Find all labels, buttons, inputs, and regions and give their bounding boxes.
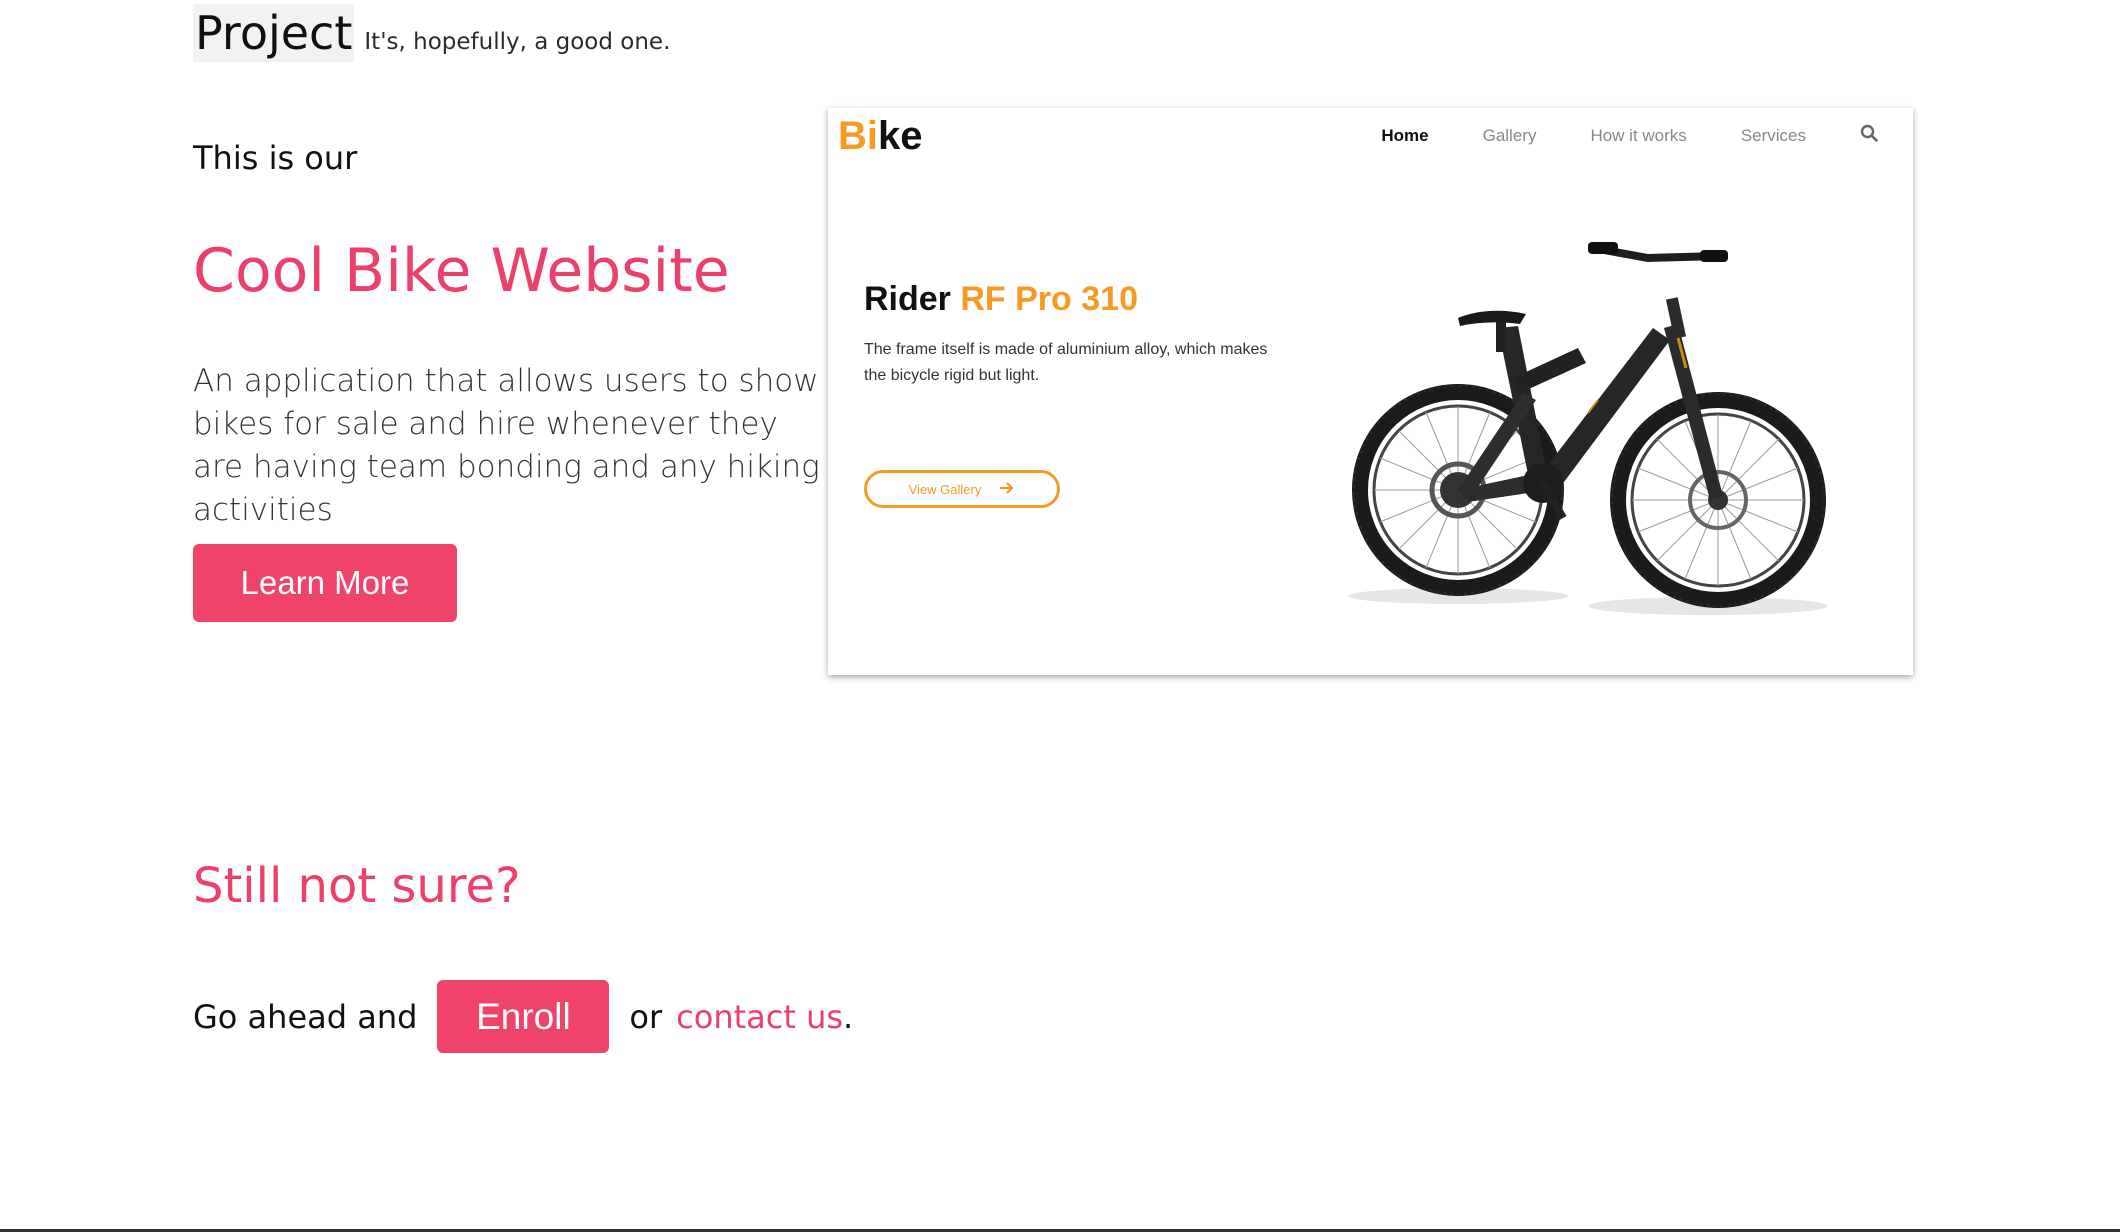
- preview-nav-services: Services: [1740, 125, 1806, 145]
- brand-tagline: It's, hopefully, a good one.: [364, 29, 671, 55]
- preview-view-gallery-label: View Gallery: [908, 481, 982, 497]
- search-icon: [1860, 124, 1878, 147]
- preview-heading-dark: Rider: [864, 280, 961, 318]
- preview-logo-accent: Bi: [838, 114, 878, 158]
- preview-view-gallery-button: View Gallery: [864, 470, 1060, 508]
- page: Project It's, hopefully, a good one. Thi…: [0, 0, 2120, 1232]
- preview-nav: Home Gallery How it works Services: [1381, 124, 1878, 147]
- mountain-bike-image: [1348, 242, 1828, 615]
- hero-description: An application that allows users to show…: [193, 363, 820, 528]
- preview-description: The frame itself is made of aluminium al…: [864, 341, 1268, 384]
- preview-nav-home: Home: [1381, 125, 1429, 145]
- preview-heading-accent: RF Pro 310: [960, 280, 1138, 318]
- preview-nav-how-it-works: How it works: [1590, 125, 1687, 145]
- preview-heading: Rider RF Pro 310: [864, 280, 1138, 319]
- hero-title: Cool Bike Website: [193, 236, 730, 306]
- preview-logo-rest: ke: [878, 114, 923, 158]
- still-not-sure-title: Still not sure?: [193, 858, 521, 914]
- cta-suffix: .: [843, 997, 854, 1036]
- website-preview-screenshot: Bike Home Gallery How it works Services …: [828, 108, 1913, 675]
- preview-logo: Bike: [838, 114, 923, 159]
- brand-title[interactable]: Project: [193, 4, 355, 62]
- cta-row: Go ahead and Enroll or contact us .: [193, 980, 853, 1053]
- learn-more-button[interactable]: Learn More: [193, 544, 457, 622]
- hero-intro: This is our: [193, 139, 358, 177]
- site-header: Project It's, hopefully, a good one.: [193, 4, 670, 62]
- enroll-button[interactable]: Enroll: [437, 980, 610, 1053]
- cta-middle: or: [629, 997, 663, 1036]
- contact-us-link[interactable]: contact us: [676, 998, 843, 1036]
- preview-nav-gallery: Gallery: [1482, 125, 1537, 145]
- arrow-right-icon: [999, 481, 1015, 497]
- cta-prefix: Go ahead and: [193, 997, 418, 1036]
